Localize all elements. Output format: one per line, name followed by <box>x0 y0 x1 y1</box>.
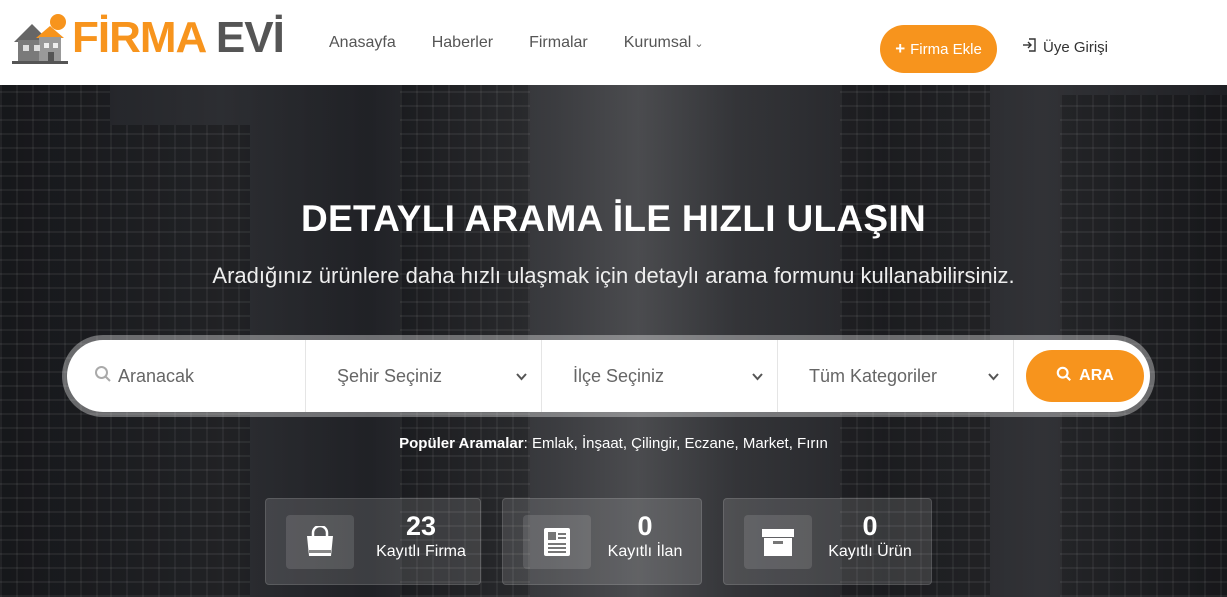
stat-label: Kayıtlı Firma <box>376 543 466 560</box>
popular-searches: Popüler Aramalar: Emlak, İnşaat, Çilingi… <box>399 435 828 452</box>
popular-searches-label: Popüler Aramalar <box>399 435 524 452</box>
search-input-placeholder: Aranacak <box>118 365 195 386</box>
add-firm-button-label: Firma Ekle <box>910 40 982 58</box>
chevron-down-icon: ⌄ <box>694 38 704 50</box>
chevron-down-icon <box>752 368 763 384</box>
main-nav: Anasayfa Haberler Firmalar Kurumsal ⌄ <box>329 34 740 52</box>
stat-card-firms: 23 Kayıtlı Firma <box>265 498 481 585</box>
district-select[interactable]: İlçe Seçiniz <box>542 340 778 412</box>
district-select-label: İlçe Seçiniz <box>573 365 665 386</box>
stat-card-listings: 0 Kayıtlı İlan <box>502 498 702 585</box>
house-logo-icon <box>10 12 70 64</box>
nav-item-kurumsal-label: Kurumsal <box>623 34 692 51</box>
site-logo[interactable]: FİRMA EVİ <box>10 10 300 66</box>
newspaper-icon <box>523 515 591 569</box>
login-link-label: Üye Girişi <box>1043 38 1109 56</box>
hero-title: DETAYLI ARAMA İLE HIZLI ULAŞIN <box>301 198 926 239</box>
logo-text-part1: FİRMA <box>72 13 206 62</box>
stat-label: Kayıtlı Ürün <box>828 543 912 560</box>
logo-text: FİRMA EVİ <box>72 13 285 62</box>
search-icon <box>94 365 112 388</box>
nav-item-anasayfa[interactable]: Anasayfa <box>329 34 396 52</box>
stat-value: 0 <box>637 511 653 541</box>
stat-value: 0 <box>862 511 878 541</box>
search-button[interactable]: ARA <box>1026 350 1144 402</box>
category-select[interactable]: Tüm Kategoriler <box>778 340 1014 412</box>
stat-label: Kayıtlı İlan <box>607 543 683 560</box>
nav-item-firmalar[interactable]: Firmalar <box>529 34 588 52</box>
popular-searches-terms[interactable]: Emlak, İnşaat, Çilingir, Eczane, Market,… <box>532 435 828 452</box>
archive-box-icon <box>744 515 812 569</box>
add-firm-button[interactable]: + Firma Ekle <box>880 25 997 73</box>
category-select-label: Tüm Kategoriler <box>809 365 938 386</box>
site-header: FİRMA EVİ Anasayfa Haberler Firmalar Kur… <box>0 0 1227 85</box>
city-select-label: Şehir Seçiniz <box>337 365 443 386</box>
sign-in-icon <box>1022 38 1036 56</box>
hero-section: DETAYLI ARAMA İLE HIZLI ULAŞIN Aradığını… <box>0 85 1227 597</box>
shopping-bag-icon <box>286 515 354 569</box>
nav-item-haberler[interactable]: Haberler <box>432 34 493 52</box>
city-select[interactable]: Şehir Seçiniz <box>306 340 542 412</box>
chevron-down-icon <box>516 368 527 384</box>
search-bar-inner: Aranacak Şehir Seçiniz İlçe Seçiniz Tüm … <box>67 340 1150 412</box>
plus-icon: + <box>895 39 906 58</box>
search-input[interactable]: Aranacak <box>67 340 306 412</box>
search-button-label: ARA <box>1079 367 1114 384</box>
logo-text-part2: EVİ <box>215 13 285 62</box>
search-icon <box>1056 366 1072 387</box>
hero-subtitle: Aradığınız ürünlere daha hızlı ulaşmak i… <box>212 263 1015 288</box>
chevron-down-icon <box>988 368 999 384</box>
stat-card-products: 0 Kayıtlı Ürün <box>723 498 932 585</box>
login-link[interactable]: Üye Girişi <box>1022 38 1108 56</box>
stat-value: 23 <box>405 511 437 541</box>
search-bar: Aranacak Şehir Seçiniz İlçe Seçiniz Tüm … <box>62 335 1155 417</box>
nav-item-kurumsal[interactable]: Kurumsal ⌄ <box>624 34 704 52</box>
